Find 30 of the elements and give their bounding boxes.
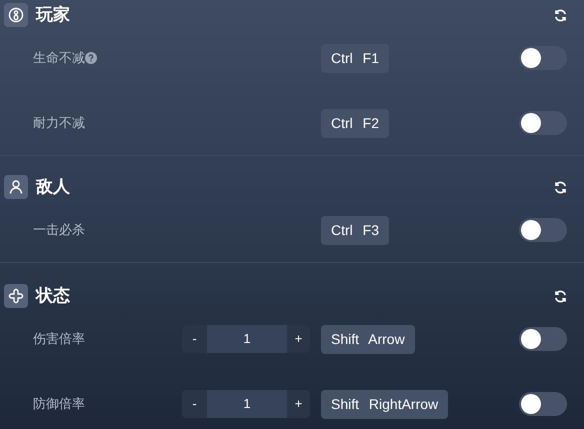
hotkey-button[interactable]: Shift Arrow xyxy=(321,324,415,354)
toggle-switch[interactable] xyxy=(519,392,567,416)
section-title: 状态 xyxy=(36,285,70,308)
hotkey-button[interactable]: Ctrl F1 xyxy=(321,44,389,72)
increment-button[interactable]: + xyxy=(287,325,310,353)
hotkey-button[interactable]: Shift RightArrow xyxy=(321,390,448,418)
setting-label: 生命不减 xyxy=(33,49,85,68)
section-title: 敌人 xyxy=(36,176,70,198)
toggle-switch[interactable] xyxy=(519,111,567,135)
refresh-icon[interactable] xyxy=(553,288,568,304)
toggle-switch[interactable] xyxy=(519,327,567,351)
help-icon[interactable] xyxy=(85,52,97,64)
person-icon xyxy=(8,179,24,195)
setting-label: 伤害倍率 xyxy=(33,330,85,348)
decrement-button[interactable]: - xyxy=(182,390,207,418)
setting-label: 一击必杀 xyxy=(33,221,85,240)
refresh-icon[interactable] xyxy=(553,180,568,194)
number-field[interactable]: 1 xyxy=(207,325,287,353)
section-title: 玩家 xyxy=(36,4,70,26)
toggle-switch[interactable] xyxy=(519,218,567,242)
toggle-switch[interactable] xyxy=(519,46,567,70)
setting-label: 耐力不减 xyxy=(33,114,85,132)
refresh-icon[interactable] xyxy=(553,8,568,22)
number-field[interactable]: 1 xyxy=(207,390,287,418)
setting-label: 防御倍率 xyxy=(33,395,85,414)
hotkey-button[interactable]: Ctrl F3 xyxy=(321,216,389,244)
decrement-button[interactable]: - xyxy=(182,325,207,353)
hotkey-button[interactable]: Ctrl F2 xyxy=(321,108,389,138)
person-icon xyxy=(8,7,24,23)
increment-button[interactable]: + xyxy=(287,390,310,418)
